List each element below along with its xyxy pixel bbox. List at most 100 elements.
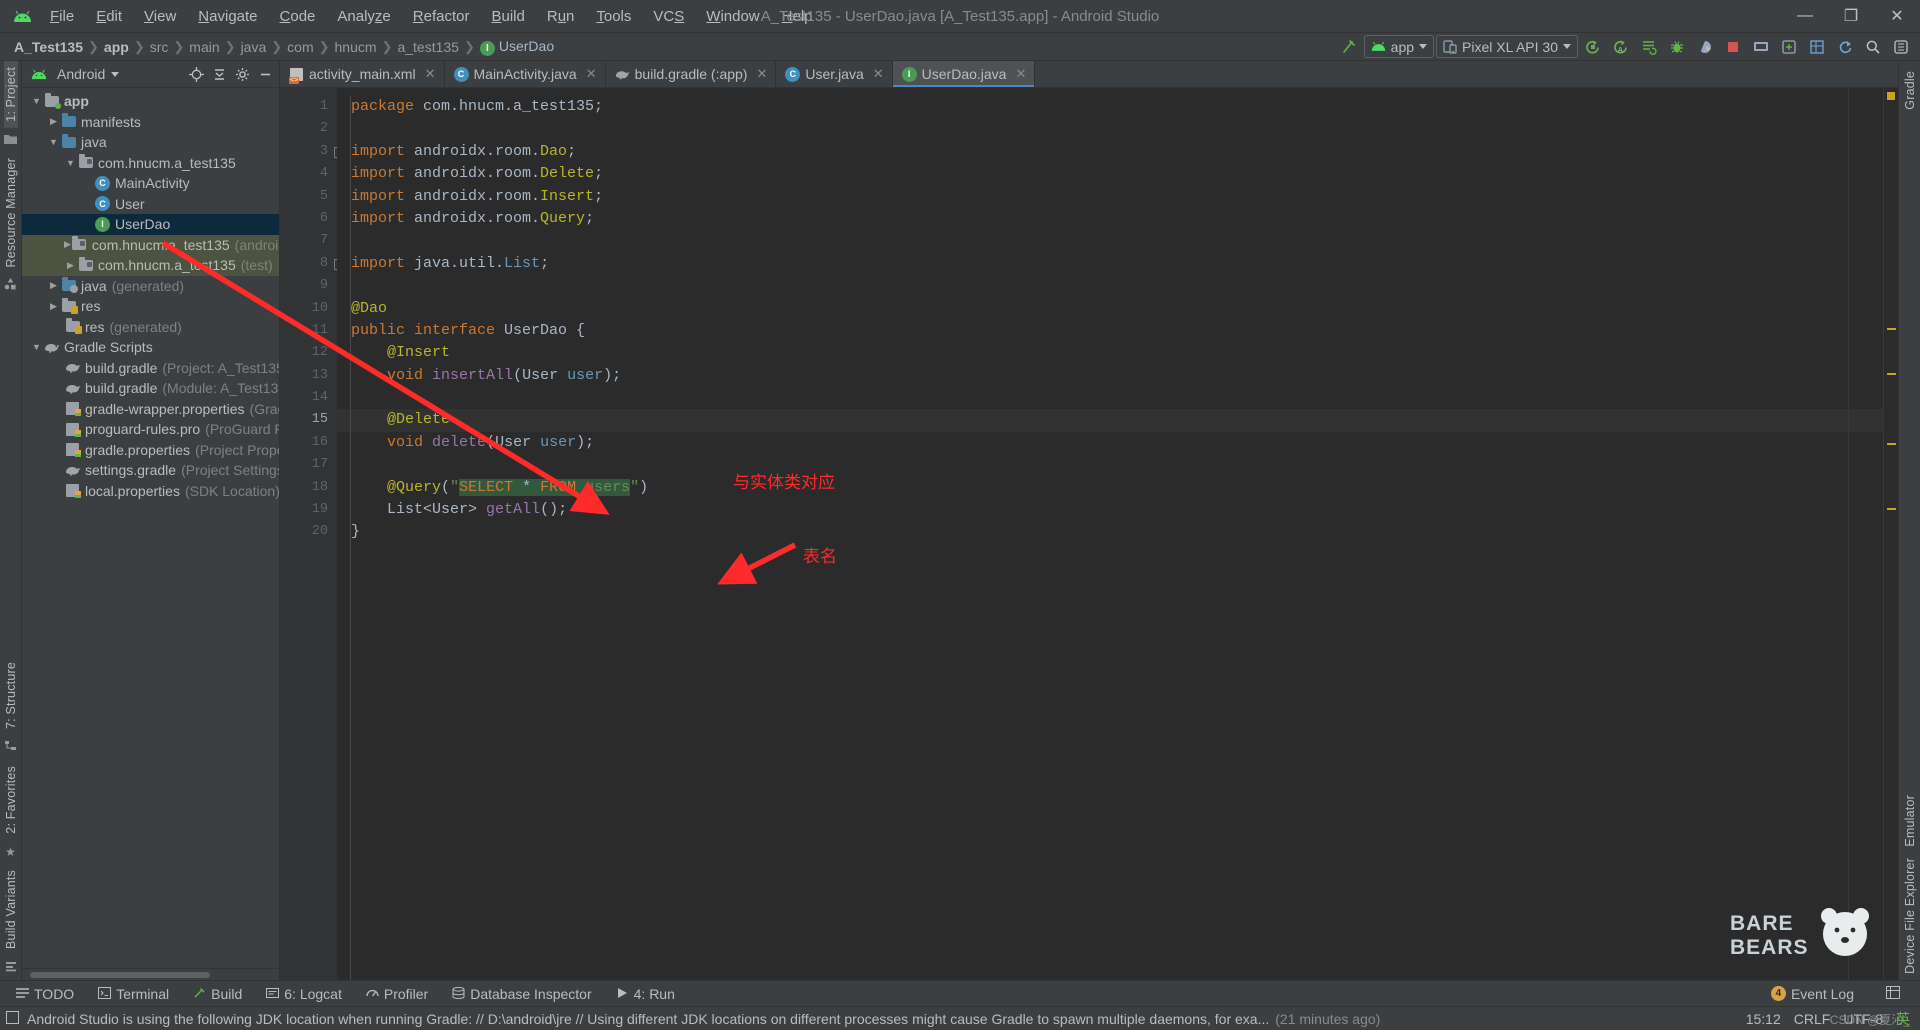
- breadcrumb-java[interactable]: java: [237, 38, 271, 56]
- menu-view[interactable]: View: [133, 4, 187, 29]
- tree-node-package-androidtest[interactable]: ▶ com.hnucm.a_test135 (androidTest): [22, 234, 279, 255]
- search-icon[interactable]: [1860, 35, 1886, 59]
- tree-node-gradle-scripts[interactable]: ▼ Gradle Scripts: [22, 337, 279, 358]
- tab-build-gradle-app[interactable]: build.gradle (:app) ✕: [606, 61, 777, 87]
- menu-build[interactable]: Build: [480, 4, 535, 29]
- breadcrumb-main[interactable]: main: [185, 38, 223, 56]
- tool-run[interactable]: 4: Run: [604, 983, 687, 1005]
- tree-node-mainactivity[interactable]: C MainActivity: [22, 173, 279, 194]
- chevron-right-icon[interactable]: ▶: [47, 116, 60, 127]
- chevron-down-icon[interactable]: ▼: [30, 342, 43, 352]
- tree-node-build-gradle-module[interactable]: build.gradle (Module: A_Test135.app): [22, 378, 279, 399]
- error-stripe-marker[interactable]: [1883, 88, 1898, 980]
- close-icon[interactable]: ✕: [1015, 66, 1026, 82]
- chevron-down-icon[interactable]: ▼: [64, 158, 77, 168]
- tree-node-gradle-properties[interactable]: gradle.properties (Project Properties): [22, 440, 279, 461]
- breadcrumb-app[interactable]: app: [100, 38, 133, 56]
- tree-node-build-gradle-project[interactable]: build.gradle (Project: A_Test135): [22, 358, 279, 379]
- breadcrumb-file[interactable]: I UserDao: [476, 37, 558, 57]
- apply-changes-icon[interactable]: [1636, 35, 1662, 59]
- chevron-down-icon[interactable]: ▼: [30, 96, 43, 106]
- status-message[interactable]: Android Studio is using the following JD…: [27, 1011, 1269, 1027]
- sidebar-item-build-variants[interactable]: Build Variants: [4, 864, 18, 955]
- sidebar-item-structure[interactable]: 7: Structure: [4, 656, 18, 735]
- gear-icon[interactable]: [232, 64, 252, 84]
- menu-run[interactable]: Run: [536, 4, 586, 29]
- warning-marker[interactable]: [1887, 508, 1896, 510]
- tool-logcat[interactable]: 6: Logcat: [254, 983, 354, 1005]
- memory-indicator-icon[interactable]: [6, 1010, 19, 1027]
- tree-node-user[interactable]: C User: [22, 194, 279, 215]
- tool-build[interactable]: Build: [181, 983, 254, 1005]
- run-icon[interactable]: [1580, 35, 1606, 59]
- tool-todo[interactable]: TODO: [4, 983, 86, 1005]
- tree-node-app[interactable]: ▼ app: [22, 91, 279, 112]
- chevron-down-icon[interactable]: ▼: [47, 137, 60, 147]
- sdk-manager-icon[interactable]: [1776, 35, 1802, 59]
- run-configuration-selector[interactable]: app: [1363, 35, 1435, 58]
- tree-node-package-test[interactable]: ▶ com.hnucm.a_test135 (test): [22, 255, 279, 276]
- sidebar-item-project[interactable]: 1: Project: [3, 61, 18, 128]
- tree-node-package[interactable]: ▼ com.hnucm.a_test135: [22, 153, 279, 174]
- sidebar-item-resource-manager[interactable]: Resource Manager: [4, 152, 18, 274]
- tree-node-gradle-wrapper[interactable]: gradle-wrapper.properties (Gradle Versio…: [22, 399, 279, 420]
- profile-icon[interactable]: [1692, 35, 1718, 59]
- tree-node-java-generated[interactable]: ▶ java (generated): [22, 276, 279, 297]
- tab-userdao-java[interactable]: I UserDao.java ✕: [892, 61, 1036, 87]
- main-menu-bar[interactable]: FFileile Edit View Navigate Code Analyze…: [39, 4, 824, 29]
- breadcrumb-package[interactable]: a_test135: [393, 38, 463, 56]
- build-hammer-icon[interactable]: [1336, 35, 1362, 59]
- debug-icon[interactable]: [1664, 35, 1690, 59]
- tree-node-res-generated[interactable]: res (generated): [22, 317, 279, 338]
- close-icon[interactable]: ✕: [873, 66, 884, 82]
- menu-refactor[interactable]: Refactor: [402, 4, 481, 29]
- code-editor[interactable]: 1 2 3– 4 5 6 7 8– 9 10 11 12 13 14 15💡 1…: [280, 88, 1898, 980]
- maximize-button[interactable]: ❐: [1828, 0, 1874, 33]
- sidebar-item-emulator[interactable]: Emulator: [1903, 789, 1917, 853]
- warning-marker[interactable]: [1887, 328, 1896, 330]
- tree-node-res[interactable]: ▶ res: [22, 296, 279, 317]
- tree-node-settings-gradle[interactable]: settings.gradle (Project Settings): [22, 460, 279, 481]
- tool-database-inspector[interactable]: Database Inspector: [440, 983, 603, 1005]
- breadcrumb-project[interactable]: A_Test135: [10, 38, 87, 56]
- breadcrumb-hnucm[interactable]: hnucm: [331, 38, 381, 56]
- sidebar-item-gradle[interactable]: Gradle: [1903, 65, 1917, 116]
- project-tree[interactable]: ▼ app ▶ manifests ▼ java ▼ com.hnucm.a_t…: [22, 88, 279, 968]
- menu-edit[interactable]: Edit: [85, 4, 133, 29]
- tree-node-java[interactable]: ▼ java: [22, 132, 279, 153]
- chevron-right-icon[interactable]: ▶: [64, 239, 71, 250]
- settings-icon[interactable]: [1888, 35, 1914, 59]
- code-text-area[interactable]: package com.hnucm.a_test135; import andr…: [337, 88, 1883, 980]
- menu-file[interactable]: FFileile: [39, 4, 85, 29]
- stop-icon[interactable]: [1720, 35, 1746, 59]
- chevron-right-icon[interactable]: ▶: [64, 260, 77, 271]
- inspection-status-icon[interactable]: [1887, 92, 1895, 100]
- device-selector[interactable]: Pixel XL API 30: [1436, 35, 1578, 58]
- close-button[interactable]: ✕: [1874, 0, 1920, 33]
- breadcrumb[interactable]: A_Test135 ❯ app ❯ src ❯ main ❯ java ❯ co…: [10, 37, 558, 57]
- menu-navigate[interactable]: Navigate: [187, 4, 268, 29]
- chevron-right-icon[interactable]: ▶: [47, 280, 60, 291]
- close-icon[interactable]: ✕: [756, 66, 767, 82]
- tree-node-userdao[interactable]: I UserDao: [22, 214, 279, 235]
- tab-mainactivity-java[interactable]: C MainActivity.java ✕: [445, 61, 606, 87]
- tab-activity-main-xml[interactable]: activity_main.xml ✕: [280, 61, 445, 87]
- menu-help[interactable]: Help: [771, 4, 824, 29]
- tree-node-proguard-rules[interactable]: proguard-rules.pro (ProGuard Rules for A: [22, 419, 279, 440]
- chevron-right-icon[interactable]: ▶: [47, 301, 60, 312]
- menu-tools[interactable]: Tools: [585, 4, 642, 29]
- warning-marker[interactable]: [1887, 373, 1896, 375]
- project-horizontal-scrollbar[interactable]: [22, 968, 279, 980]
- minimize-button[interactable]: —: [1782, 0, 1828, 33]
- status-line-separator[interactable]: CRLF: [1794, 1011, 1831, 1027]
- layout-inspector-icon[interactable]: [1804, 35, 1830, 59]
- project-view-selector[interactable]: Android: [57, 66, 105, 82]
- avd-manager-icon[interactable]: [1748, 35, 1774, 59]
- tree-node-local-properties[interactable]: local.properties (SDK Location): [22, 481, 279, 502]
- run-with-coverage-icon[interactable]: A: [1608, 35, 1634, 59]
- tool-terminal[interactable]: Terminal: [86, 983, 181, 1005]
- sidebar-item-favorites[interactable]: 2: Favorites: [4, 760, 18, 840]
- sync-gradle-icon[interactable]: [1832, 35, 1858, 59]
- line-number-gutter[interactable]: 1 2 3– 4 5 6 7 8– 9 10 11 12 13 14 15💡 1…: [280, 88, 356, 980]
- tree-node-manifests[interactable]: ▶ manifests: [22, 112, 279, 133]
